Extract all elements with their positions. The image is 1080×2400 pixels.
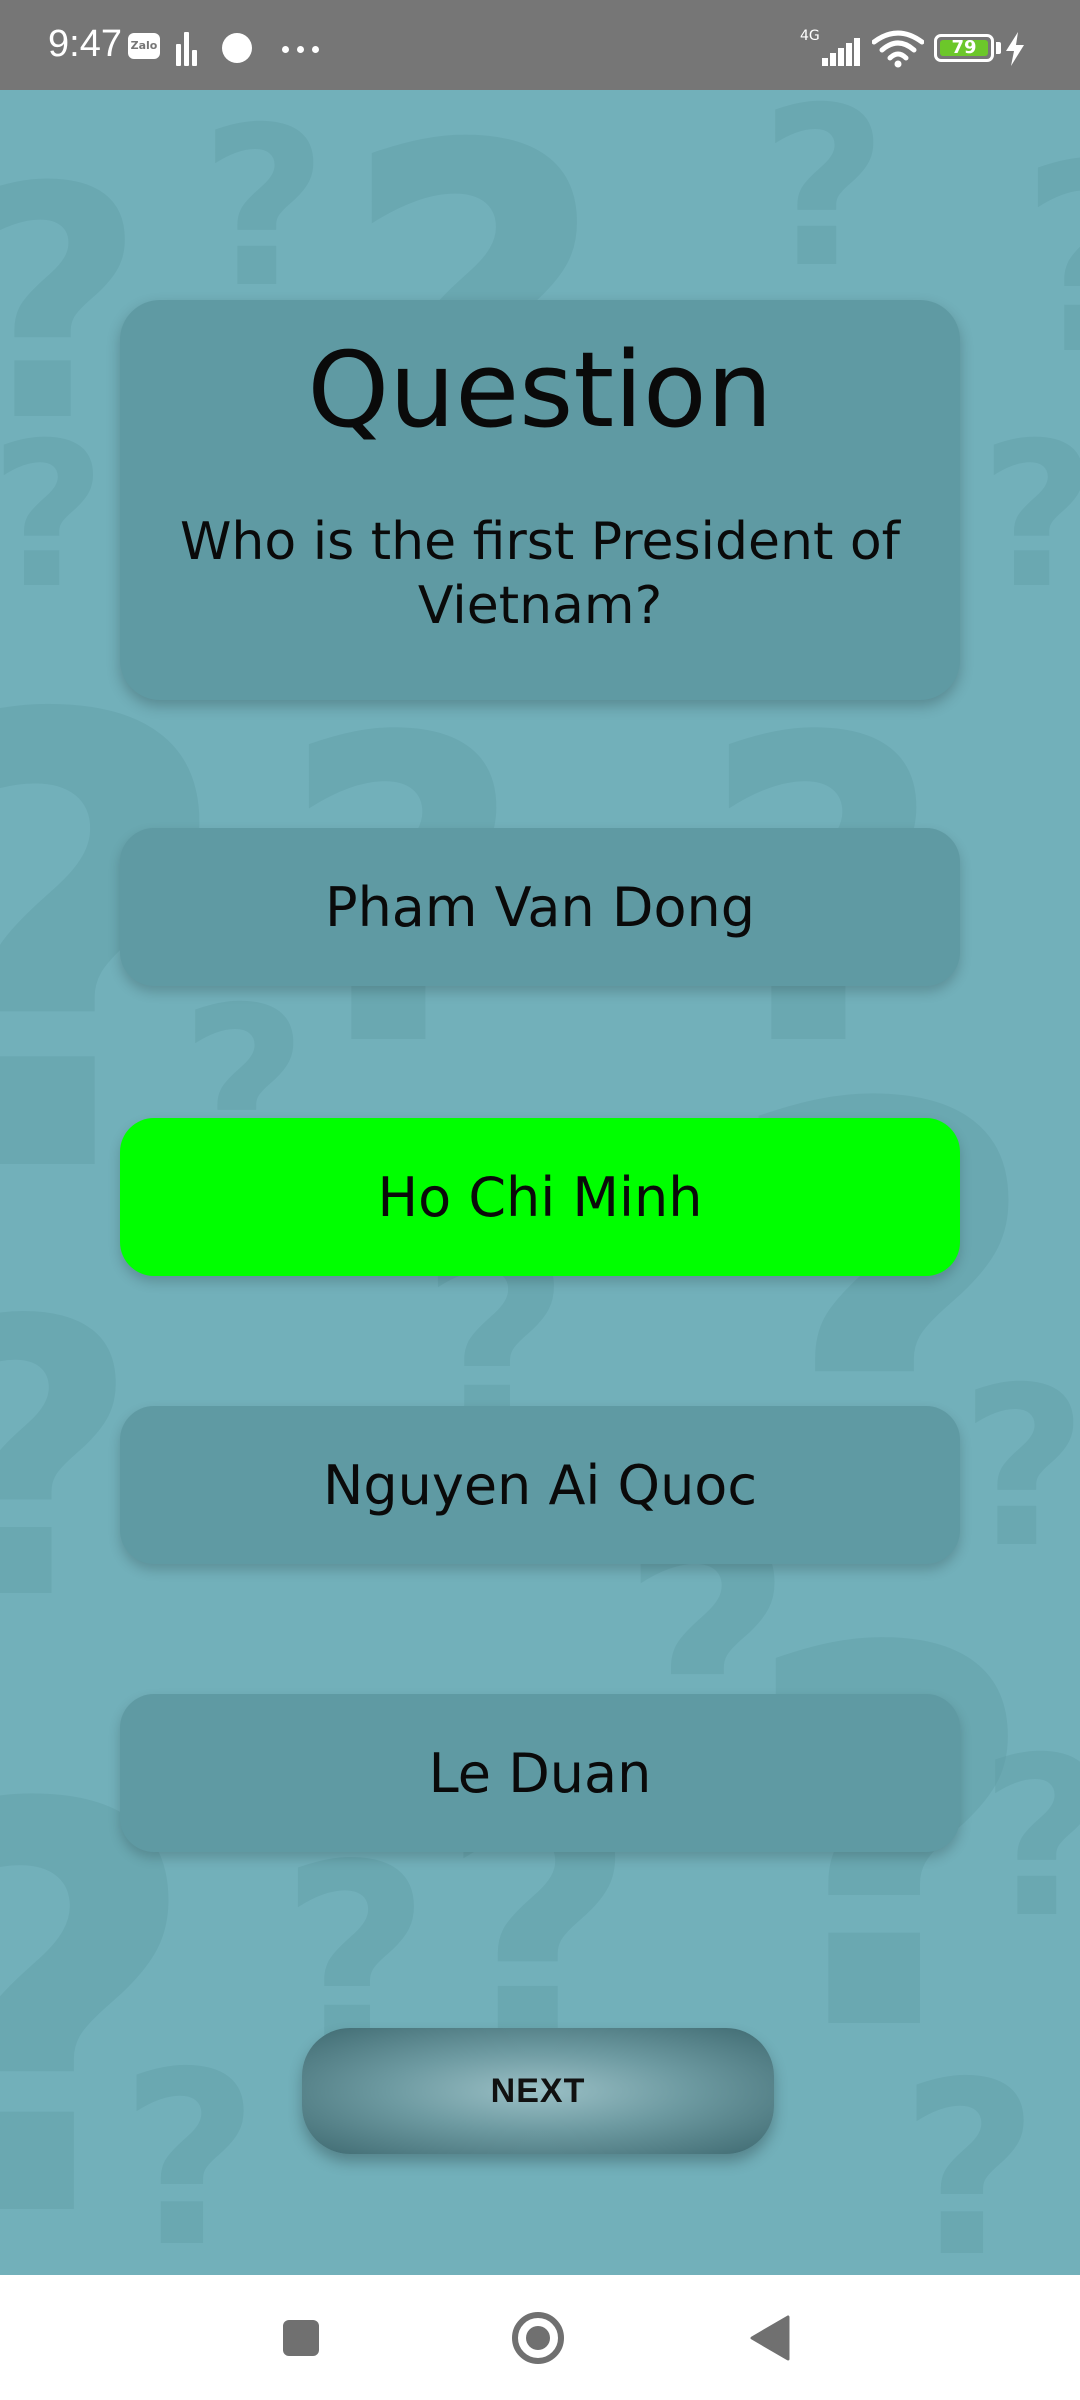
recent-apps-icon[interactable] (283, 2320, 319, 2356)
system-nav-bar (0, 2275, 1080, 2400)
status-bar: 9:47 Zalo 4G 79 (0, 0, 1080, 90)
next-button[interactable]: NEXT (302, 2028, 774, 2154)
wifi-icon (872, 30, 924, 68)
question-mark-decoration: ? (760, 90, 888, 316)
battery-level: 79 (940, 39, 988, 57)
question-mark-decoration: ? (1020, 110, 1080, 412)
charging-icon (1006, 32, 1024, 66)
signal-icon (800, 36, 860, 66)
back-icon[interactable] (750, 2315, 790, 2361)
equalizer-icon (176, 32, 198, 66)
battery-tip (996, 42, 1001, 54)
question-title: Question (307, 329, 773, 451)
home-icon[interactable] (512, 2312, 564, 2364)
status-time: 9:47 (48, 23, 122, 65)
answer-option-1[interactable]: Pham Van Dong (120, 828, 960, 986)
question-mark-decoration: ? (120, 2020, 260, 2275)
question-text: Who is the first President of Vietnam? (179, 512, 900, 636)
question-mark-decoration: ? (900, 2030, 1040, 2275)
more-icon (282, 46, 322, 54)
question-mark-decoration: ? (980, 400, 1080, 633)
battery-icon: 79 (934, 34, 994, 62)
question-mark-decoration: ? (980, 1710, 1080, 1966)
answer-option-3[interactable]: Nguyen Ai Quoc (120, 1406, 960, 1564)
answer-option-2-correct[interactable]: Ho Chi Minh (120, 1118, 960, 1276)
circle-icon (222, 33, 252, 63)
answer-option-4[interactable]: Le Duan (120, 1694, 960, 1852)
zalo-icon: Zalo (128, 33, 160, 59)
question-card: Question Who is the first President of V… (120, 300, 960, 700)
